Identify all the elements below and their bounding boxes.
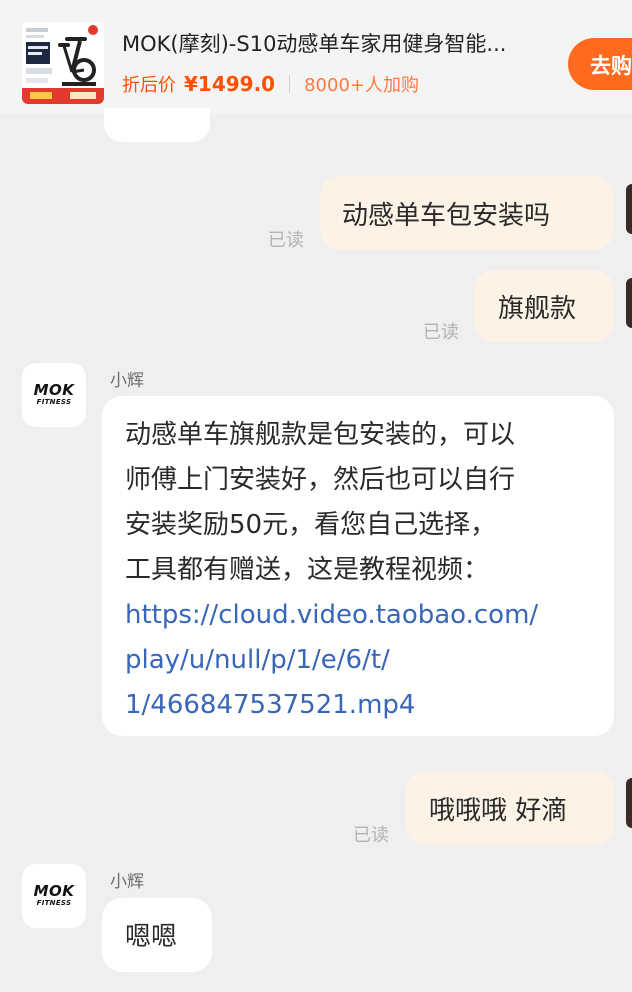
buy-button[interactable]: 去购买 [568, 38, 632, 90]
sender-name: 小辉 [110, 371, 144, 391]
message-text-line: 师傅上门安装好，然后也可以自行 [125, 465, 516, 495]
merchant-avatar[interactable]: MOK FITNESS [22, 363, 86, 427]
product-card[interactable]: MOK(摩刻)-S10动感单车家用健身智能... 折后价 ¥1499.0 800… [0, 0, 632, 114]
read-status: 已读 [353, 825, 389, 846]
own-avatar[interactable] [626, 184, 632, 234]
read-status: 已读 [268, 230, 304, 251]
price-divider [289, 75, 291, 93]
price-value: ¥1499.0 [184, 72, 276, 96]
video-link[interactable]: https://cloud.video.taobao.com/ [125, 593, 614, 638]
product-title[interactable]: MOK(摩刻)-S10动感单车家用健身智能... [122, 28, 562, 58]
own-message-bubble[interactable]: 动感单车包安装吗 [320, 176, 614, 250]
message-text: 动感单车包安装吗 [342, 200, 551, 231]
brand-logo-text: MOK [33, 882, 75, 900]
brand-logo-subtext: FITNESS [36, 899, 72, 907]
brand-logo-subtext: FITNESS [36, 398, 72, 406]
message-text: 嗯嗯 [125, 922, 178, 952]
video-link[interactable]: 1/466847537521.mp4 [125, 683, 614, 728]
read-status: 已读 [423, 322, 459, 343]
video-link[interactable]: play/u/null/p/1/e/6/t/ [125, 638, 614, 683]
spin-bike-icon [22, 22, 104, 104]
message-text-line: 安装奖励50元，看您自己选择， [125, 510, 497, 540]
merchant-message-bubble: 嗯嗯 [102, 898, 212, 972]
brand-logo-text: MOK [33, 381, 75, 399]
own-message-bubble[interactable]: 旗舰款 [474, 270, 614, 342]
message-text-line: 动感单车旗舰款是包安装的，可以 [125, 420, 516, 450]
price-row: 折后价 ¥1499.0 8000+人加购 [122, 70, 419, 98]
sender-name: 小辉 [110, 872, 144, 892]
cart-count: 8000+人加购 [304, 75, 419, 96]
message-text: 旗舰款 [498, 293, 577, 324]
message-text: 哦哦哦 好滴 [429, 795, 568, 826]
price-label: 折后价 [122, 75, 176, 96]
own-message-bubble[interactable]: 哦哦哦 好滴 [405, 771, 614, 845]
merchant-avatar[interactable]: MOK FITNESS [22, 864, 86, 928]
previous-message-bubble [104, 108, 210, 142]
message-text-line: 工具都有赠送，这是教程视频： [125, 555, 490, 585]
own-avatar[interactable] [626, 778, 632, 828]
merchant-message-bubble: 动感单车旗舰款是包安装的，可以 师傅上门安装好，然后也可以自行 安装奖励50元，… [102, 396, 614, 736]
own-avatar[interactable] [626, 278, 632, 328]
product-thumbnail[interactable] [22, 22, 104, 104]
